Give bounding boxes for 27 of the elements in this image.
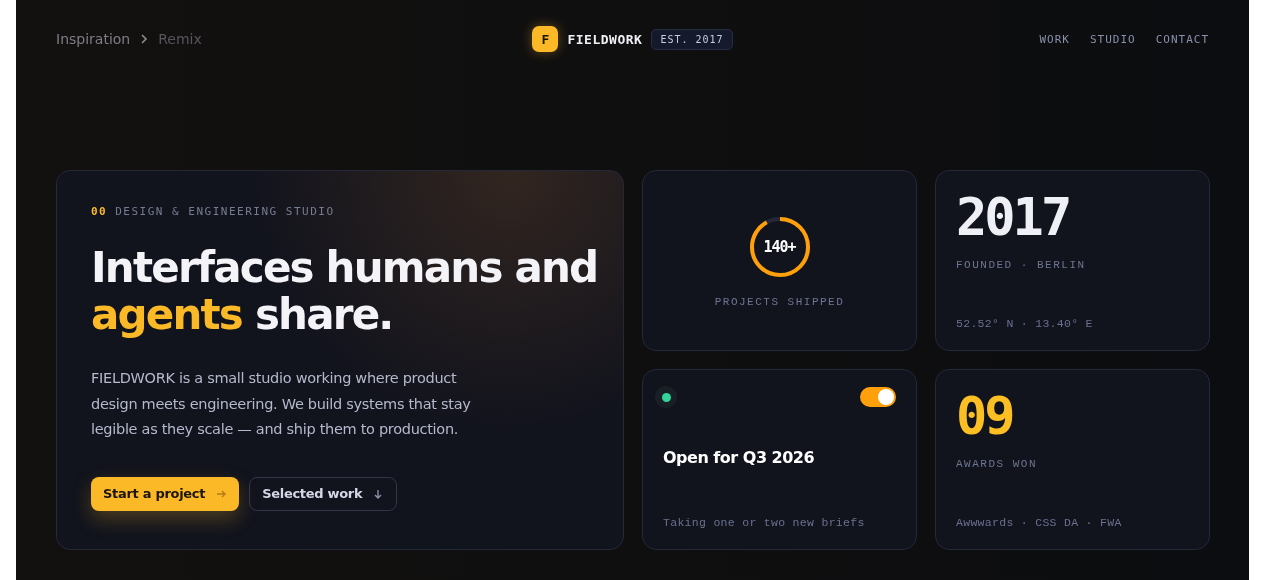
stat-label: FOUNDED · BERLIN xyxy=(956,259,1087,271)
section-index: 00 xyxy=(91,205,108,218)
headline-line: Interfaces humans and xyxy=(91,244,598,291)
selected-work-button[interactable]: Selected work xyxy=(249,476,398,511)
projects-count: 140+ xyxy=(763,237,796,256)
availability-title: Open for Q3 2026 xyxy=(663,448,816,467)
coordinates: 52.52° N · 13.40° E xyxy=(956,317,1094,330)
start-project-button[interactable]: Start a project xyxy=(91,476,240,511)
nav-link[interactable]: STUDIO xyxy=(1089,32,1136,46)
nav-link[interactable]: WORK xyxy=(1039,32,1070,46)
brand-name: FIELDWORK xyxy=(567,31,643,47)
awards-count: 09 xyxy=(956,386,1014,446)
stat-label: AWARDS WON xyxy=(956,458,1038,470)
established-badge: EST. 2017 xyxy=(651,28,733,50)
founded-year: 2017 xyxy=(956,187,1071,247)
eyebrow-label: DESIGN & ENGINEERING STUDIO xyxy=(115,205,335,218)
nav-link[interactable]: CONTACT xyxy=(1155,32,1209,46)
logo-mark[interactable]: F xyxy=(532,26,559,52)
hero-description: FIELDWORK is a small studio working where product design meets engineering. We build systems that stay legible as they scale — and ship them to production. xyxy=(91,369,472,439)
breadcrumb-link[interactable]: Inspiration xyxy=(56,31,131,47)
availability-toggle[interactable] xyxy=(860,387,896,407)
headline-word: share. xyxy=(254,290,393,339)
awards-list: Awwwards · CSS DA · FWA xyxy=(956,516,1189,529)
headline-accent: agents xyxy=(91,290,243,339)
availability-note: Taking one or two new briefs xyxy=(663,516,866,529)
stat-label: PROJECTS SHIPPED xyxy=(714,295,845,308)
chevron-icon xyxy=(140,33,149,45)
